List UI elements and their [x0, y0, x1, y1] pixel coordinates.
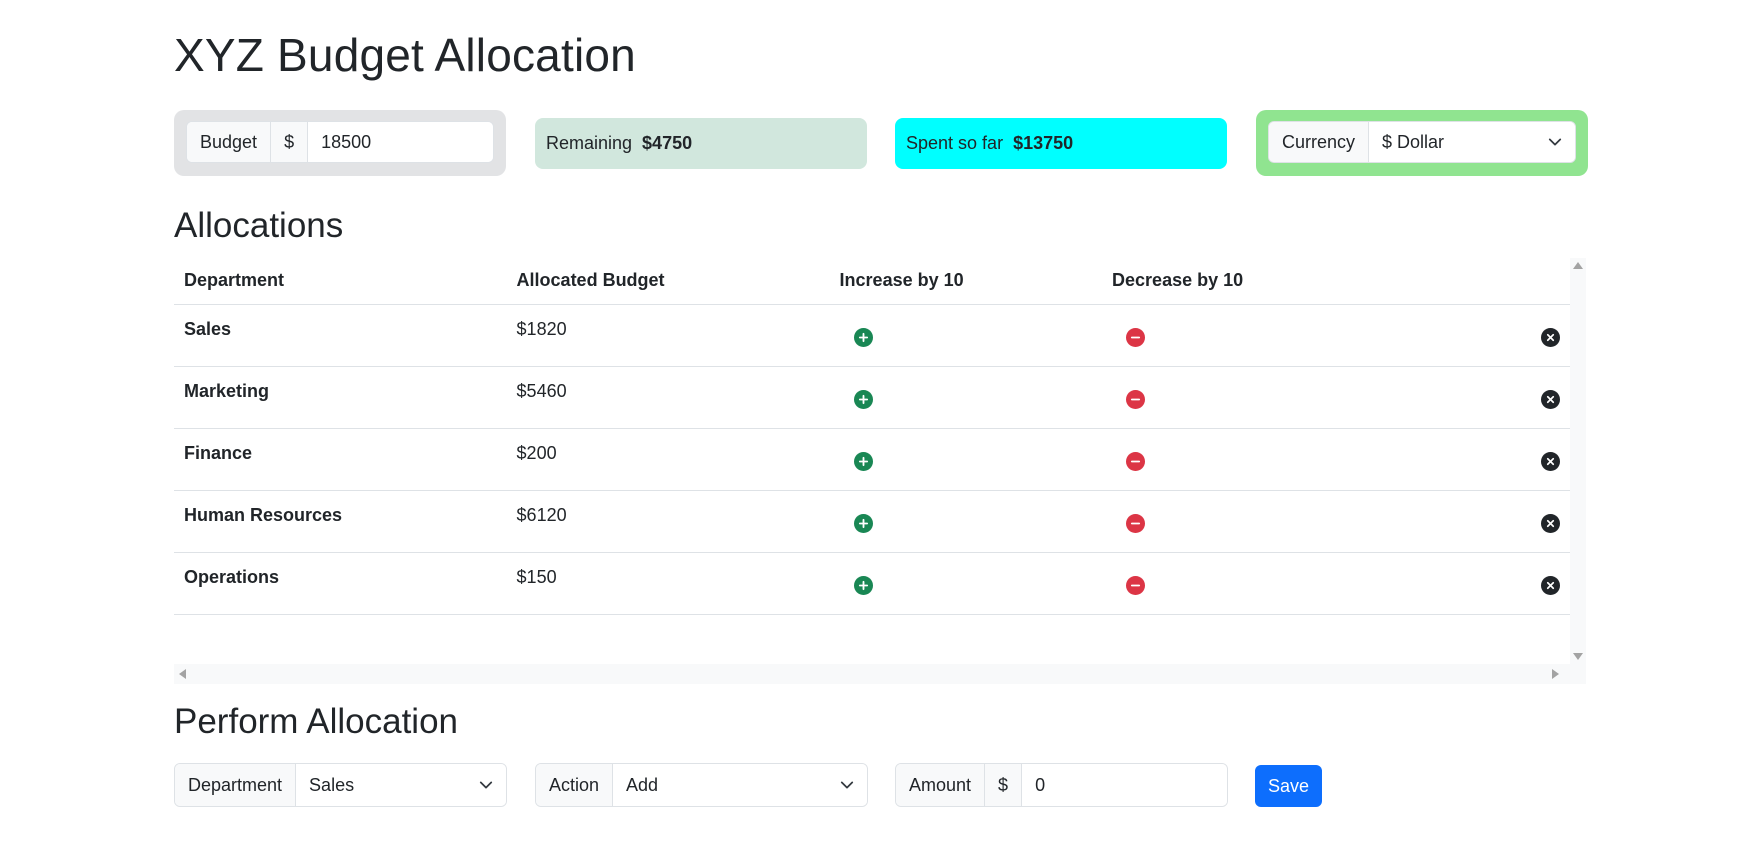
- decrease-cell: [1102, 428, 1391, 491]
- x-circle-icon[interactable]: [1541, 513, 1560, 533]
- increase-cell: [829, 552, 1103, 615]
- save-button[interactable]: Save: [1255, 765, 1322, 807]
- action-selected-value: Add: [626, 774, 659, 795]
- table-header-row: Department Allocated Budget Increase by …: [174, 258, 1570, 305]
- table-row: Sales $1820: [174, 304, 1570, 367]
- allocated-budget-cell: $200: [506, 428, 830, 491]
- minus-circle-icon[interactable]: [1126, 327, 1146, 347]
- allocated-budget-cell: $6120: [506, 490, 830, 553]
- allocations-title: Allocations: [174, 206, 344, 245]
- allocated-budget-cell: $5460: [506, 366, 830, 429]
- minus-circle-icon[interactable]: [1126, 451, 1146, 471]
- x-circle-icon[interactable]: [1541, 389, 1560, 409]
- delete-cell: [1391, 428, 1570, 491]
- spent-label: Spent so far: [906, 133, 1004, 153]
- decrease-cell: [1102, 490, 1391, 553]
- column-header-department: Department: [174, 258, 507, 305]
- scroll-up-arrow-icon[interactable]: [1573, 262, 1583, 269]
- decrease-cell: [1102, 366, 1391, 429]
- remaining-value: $4750: [642, 133, 693, 153]
- column-header-increase: Increase by 10: [829, 258, 1103, 305]
- increase-cell: [829, 366, 1103, 429]
- horizontal-scrollbar[interactable]: [174, 664, 1586, 684]
- page-title: XYZ Budget Allocation: [174, 29, 636, 81]
- allocations-table-body: Sales $1820 Marketing $5460 Finance $200 Human…: [174, 304, 1570, 615]
- department-label: Department: [175, 764, 297, 806]
- chevron-down-icon: [1548, 138, 1562, 146]
- allocated-budget-cell: $150: [506, 552, 830, 615]
- plus-circle-icon[interactable]: [853, 451, 873, 471]
- chevron-down-icon: [479, 781, 493, 789]
- currency-label: Currency: [1269, 122, 1370, 162]
- budget-card: Budget $ 18500: [174, 110, 506, 176]
- amount-input[interactable]: 0: [1022, 764, 1227, 806]
- allocations-table: Department Allocated Budget Increase by …: [174, 258, 1570, 615]
- allocations-table-container: Department Allocated Budget Increase by …: [174, 258, 1586, 684]
- delete-cell: [1391, 490, 1570, 553]
- allocations-table-viewport: Department Allocated Budget Increase by …: [174, 258, 1570, 664]
- amount-label: Amount: [896, 764, 986, 806]
- decrease-cell: [1102, 304, 1391, 367]
- table-row: Marketing $5460: [174, 366, 1570, 429]
- perform-allocation-title: Perform Allocation: [174, 702, 459, 741]
- plus-circle-icon[interactable]: [853, 389, 873, 409]
- department-select[interactable]: Sales: [296, 764, 506, 806]
- delete-cell: [1391, 552, 1570, 615]
- scroll-right-arrow-icon[interactable]: [1552, 669, 1559, 679]
- decrease-cell: [1102, 552, 1391, 615]
- x-circle-icon[interactable]: [1541, 575, 1560, 595]
- allocated-budget-cell: $1820: [506, 304, 830, 367]
- action-label: Action: [536, 764, 614, 806]
- spent-card: Spent so far $13750: [895, 118, 1227, 169]
- currency-input-group: Currency $ Dollar: [1268, 121, 1576, 163]
- amount-input-group: Amount $ 0: [895, 763, 1228, 807]
- action-select[interactable]: Add: [613, 764, 867, 806]
- department-cell: Marketing: [174, 366, 507, 429]
- currency-select[interactable]: $ Dollar: [1369, 122, 1575, 162]
- chevron-down-icon: [840, 781, 854, 789]
- plus-circle-icon[interactable]: [853, 513, 873, 533]
- scroll-down-arrow-icon[interactable]: [1573, 653, 1583, 660]
- department-input-group: Department Sales: [174, 763, 507, 807]
- table-row: Human Resources $6120: [174, 490, 1570, 553]
- column-header-delete: [1391, 258, 1570, 305]
- budget-input[interactable]: 18500: [308, 122, 493, 162]
- budget-input-group: Budget $ 18500: [186, 121, 494, 163]
- column-header-allocated-budget: Allocated Budget: [506, 258, 830, 305]
- department-cell: Sales: [174, 304, 507, 367]
- table-row: Operations $150: [174, 552, 1570, 615]
- minus-circle-icon[interactable]: [1126, 575, 1146, 595]
- plus-circle-icon[interactable]: [853, 575, 873, 595]
- delete-cell: [1391, 366, 1570, 429]
- department-cell: Finance: [174, 428, 507, 491]
- plus-circle-icon[interactable]: [853, 327, 873, 347]
- x-circle-icon[interactable]: [1541, 327, 1560, 347]
- x-circle-icon[interactable]: [1541, 451, 1560, 471]
- table-row: Finance $200: [174, 428, 1570, 491]
- department-selected-value: Sales: [309, 774, 355, 795]
- currency-card: Currency $ Dollar: [1256, 110, 1588, 176]
- perform-allocation-form: Department Sales Action Add Amount $ 0 S…: [174, 763, 1334, 807]
- remaining-card: Remaining $4750: [535, 118, 867, 169]
- delete-cell: [1391, 304, 1570, 367]
- minus-circle-icon[interactable]: [1126, 513, 1146, 533]
- spent-value: $13750: [1013, 133, 1074, 153]
- vertical-scrollbar[interactable]: [1570, 258, 1586, 664]
- increase-cell: [829, 490, 1103, 553]
- increase-cell: [829, 304, 1103, 367]
- column-header-decrease: Decrease by 10: [1102, 258, 1391, 305]
- minus-circle-icon[interactable]: [1126, 389, 1146, 409]
- scroll-left-arrow-icon[interactable]: [179, 669, 186, 679]
- currency-selected-value: $ Dollar: [1382, 131, 1445, 152]
- increase-cell: [829, 428, 1103, 491]
- budget-label: Budget: [187, 122, 272, 162]
- budget-currency-prefix: $: [271, 122, 309, 162]
- department-cell: Operations: [174, 552, 507, 615]
- remaining-label: Remaining: [546, 133, 633, 153]
- amount-currency-prefix: $: [985, 764, 1023, 806]
- action-input-group: Action Add: [535, 763, 868, 807]
- department-cell: Human Resources: [174, 490, 507, 553]
